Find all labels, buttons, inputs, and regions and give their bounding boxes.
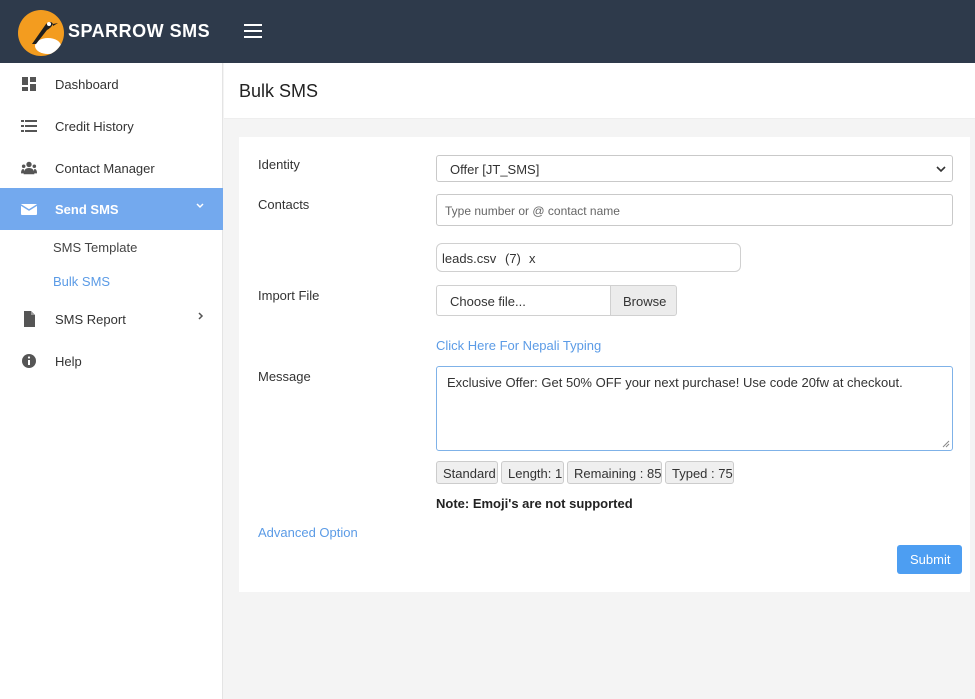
- browse-button[interactable]: Browse: [610, 285, 677, 316]
- sidebar-item-contact-manager[interactable]: Contact Manager: [0, 147, 223, 189]
- sidebar-item-send-sms[interactable]: Send SMS: [0, 188, 223, 230]
- chevron-down-icon: [936, 166, 946, 173]
- file-input-text: Choose file...: [450, 294, 526, 309]
- brand-name: SPARROW SMS: [68, 21, 211, 41]
- contacts-label: Contacts: [258, 197, 310, 212]
- sidebar-subitem-sms-template[interactable]: SMS Template: [53, 240, 137, 255]
- identity-label: Identity: [258, 157, 300, 172]
- sidebar-item-sms-report[interactable]: SMS Report: [0, 298, 223, 340]
- contacts-placeholder: Type number or @ contact name: [445, 204, 620, 218]
- remaining-badge: Remaining : 85: [567, 461, 662, 484]
- import-file-label: Import File: [258, 288, 320, 303]
- message-type-badge: Standard: [436, 461, 498, 484]
- message-type-text: Standard: [443, 466, 496, 481]
- sidebar: Dashboard Credit History Contact Manager…: [0, 63, 223, 699]
- file-name: leads.csv: [442, 251, 497, 266]
- sidebar-item-label: Credit History: [55, 119, 134, 134]
- length-text: Length: 1: [508, 466, 563, 481]
- sidebar-subitem-bulk-sms[interactable]: Bulk SMS: [53, 274, 110, 289]
- remove-file-button[interactable]: x: [529, 251, 536, 266]
- sidebar-item-label: Send SMS: [55, 202, 119, 217]
- file-contact-count: (7): [505, 251, 521, 266]
- resize-grip-icon[interactable]: [942, 440, 950, 448]
- file-input[interactable]: Choose file...: [436, 285, 611, 316]
- file-icon: [24, 311, 35, 327]
- top-navbar: SPARROW SMS: [0, 0, 975, 63]
- sidebar-item-credit-history[interactable]: Credit History: [0, 105, 223, 147]
- message-text: Exclusive Offer: Get 50% OFF your next p…: [447, 375, 903, 390]
- sparrow-logo-icon: [18, 10, 64, 56]
- list-icon: [21, 120, 37, 132]
- identity-selected-value: Offer [JT_SMS]: [450, 162, 540, 177]
- sidebar-item-label: Help: [55, 354, 82, 369]
- imported-file-chip: leads.csv (7) x: [436, 243, 741, 272]
- typed-badge: Typed : 75: [665, 461, 734, 484]
- menu-toggle-icon[interactable]: [244, 24, 262, 38]
- length-badge: Length: 1: [501, 461, 564, 484]
- content-header: Bulk SMS: [224, 63, 975, 119]
- info-icon: [22, 354, 36, 368]
- message-label: Message: [258, 369, 311, 384]
- page-title: Bulk SMS: [239, 81, 319, 101]
- remaining-text: Remaining : 85: [574, 466, 662, 481]
- envelope-icon: [21, 204, 37, 215]
- advanced-option-link[interactable]: Advanced Option: [258, 525, 358, 540]
- submit-button[interactable]: Submit: [897, 545, 962, 574]
- sidebar-item-label: Contact Manager: [55, 161, 155, 176]
- chevron-down-icon: [196, 203, 204, 209]
- nepali-typing-link[interactable]: Click Here For Nepali Typing: [436, 338, 601, 353]
- dashboard-icon: [22, 77, 36, 91]
- sidebar-item-label: Dashboard: [55, 77, 119, 92]
- sidebar-item-dashboard[interactable]: Dashboard: [0, 63, 223, 105]
- contacts-input[interactable]: Type number or @ contact name: [436, 194, 953, 226]
- submit-button-label: Submit: [910, 552, 951, 567]
- browse-button-label: Browse: [623, 294, 667, 309]
- users-icon: [21, 161, 37, 175]
- sidebar-item-help[interactable]: Help: [0, 340, 223, 382]
- sidebar-item-label: SMS Report: [55, 312, 126, 327]
- message-textarea[interactable]: Exclusive Offer: Get 50% OFF your next p…: [436, 366, 953, 451]
- typed-text: Typed : 75: [672, 466, 733, 481]
- chevron-right-icon: [198, 312, 204, 320]
- identity-select[interactable]: Offer [JT_SMS]: [436, 155, 953, 182]
- emoji-note: Note: Emoji's are not supported: [436, 496, 633, 511]
